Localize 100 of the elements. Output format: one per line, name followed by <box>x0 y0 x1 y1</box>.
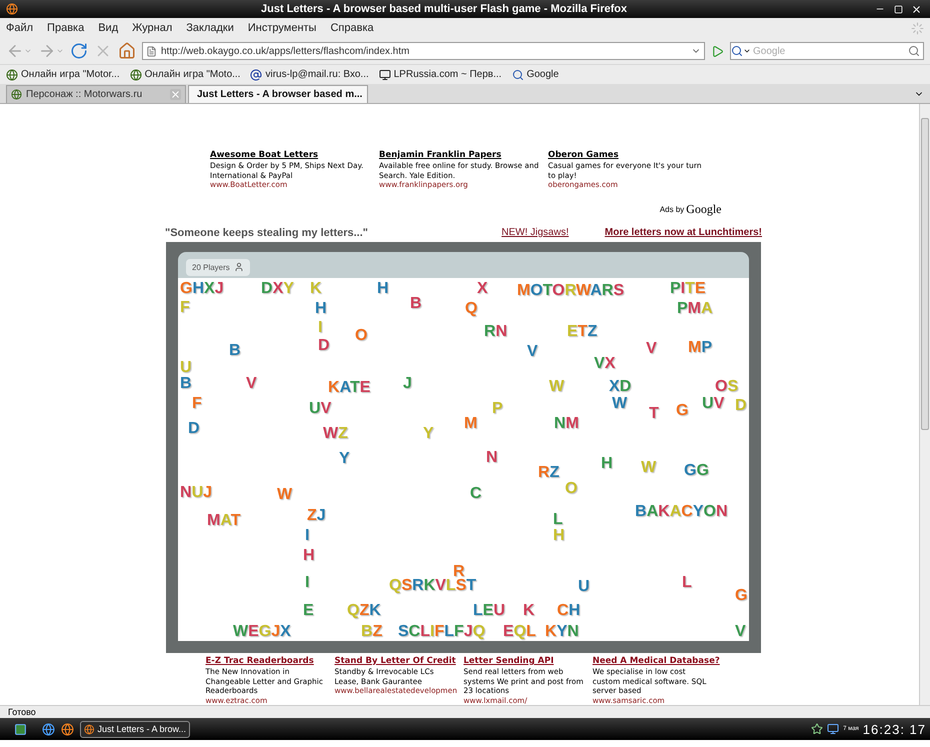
letter-tiles[interactable]: F <box>192 394 202 412</box>
letter-tiles[interactable]: GG <box>684 462 709 478</box>
letter-tiles[interactable]: M <box>464 414 478 432</box>
menu-item[interactable]: Инструменты <box>248 22 316 34</box>
page-link[interactable]: More letters now at Lunchtimers! <box>604 227 762 238</box>
letter-tiles[interactable]: Q <box>465 300 478 316</box>
letter-tiles[interactable]: N <box>486 448 498 466</box>
go-button[interactable] <box>711 44 724 58</box>
browser-tab[interactable]: Персонаж :: Motorwars.ru <box>6 85 186 103</box>
letter-tiles[interactable]: MP <box>688 338 712 356</box>
menu-item[interactable]: Справка <box>330 22 374 34</box>
letter-tiles[interactable]: BZ <box>361 622 382 640</box>
bookmark-item[interactable]: Онлайн игра "Moto... <box>130 68 240 80</box>
ad-title-link[interactable]: Awesome Boat Letters <box>210 150 373 161</box>
letter-tiles[interactable]: K <box>523 602 535 618</box>
letter-tiles[interactable]: NM <box>554 414 579 432</box>
address-field[interactable]: http://web.okaygo.co.uk/apps/letters/flashcom/index.htm <box>142 42 705 60</box>
bookmark-item[interactable]: Онлайн игра "Motor... <box>6 68 120 80</box>
letter-tiles[interactable]: MOTORWARS <box>517 282 624 298</box>
page-link[interactable]: NEW! Jigsaws! <box>502 227 569 238</box>
letter-tiles[interactable]: XD <box>609 378 632 394</box>
ad-title-link[interactable]: Stand By Letter Of Credit <box>334 656 458 667</box>
reload-button[interactable] <box>70 42 88 60</box>
players-tab[interactable]: 20 Players <box>186 258 250 276</box>
bookmark-item[interactable]: Google <box>512 68 559 80</box>
letter-tiles[interactable]: I <box>305 574 310 590</box>
search-bar[interactable]: Google <box>730 42 924 60</box>
browser-tab[interactable]: Just Letters - A browser based m... <box>188 85 368 103</box>
letter-tiles[interactable]: D <box>318 336 330 354</box>
letter-tiles[interactable]: H <box>377 280 389 296</box>
search-engine-icon[interactable] <box>731 45 743 57</box>
letter-tiles[interactable]: W <box>277 486 292 502</box>
browser-icon[interactable] <box>42 722 55 736</box>
browser-icon[interactable] <box>61 722 74 736</box>
letter-tiles[interactable]: B <box>410 294 422 312</box>
caret-icon[interactable] <box>743 47 751 55</box>
letter-tiles[interactable]: W <box>612 394 628 412</box>
letter-tiles[interactable]: WEGJX <box>233 622 291 640</box>
letter-tiles[interactable]: L <box>682 574 692 590</box>
letter-tiles[interactable]: CH <box>557 602 580 618</box>
bookmark-item[interactable]: virus-lp@mail.ru: Вхо... <box>250 68 369 80</box>
letter-tiles[interactable]: DXY <box>261 280 294 296</box>
search-icon[interactable] <box>908 45 920 57</box>
letter-tiles[interactable]: H <box>601 454 613 472</box>
letter-tiles[interactable]: E <box>303 602 314 618</box>
bookmark-item[interactable]: LPRussia.com ~ Перв... <box>378 68 502 80</box>
letter-tiles[interactable]: ZJ <box>307 506 326 524</box>
letter-tiles[interactable]: B <box>229 342 241 358</box>
letter-tiles[interactable]: ETZ <box>567 322 598 340</box>
letter-tiles[interactable]: V <box>246 374 257 392</box>
letter-tiles[interactable]: UV <box>702 394 724 412</box>
letter-tiles[interactable]: SCLIFLFJQ <box>398 622 486 640</box>
letter-tiles[interactable]: U <box>578 578 590 594</box>
letter-tiles[interactable]: KYN <box>545 622 579 640</box>
letter-tiles[interactable]: UV <box>309 400 332 416</box>
ad-title-link[interactable]: E-Z Trac Readerboards <box>206 656 328 667</box>
letter-tiles[interactable]: NUJ <box>180 484 212 500</box>
home-button[interactable] <box>118 42 136 60</box>
letter-tiles[interactable]: I <box>305 526 310 544</box>
letter-tiles[interactable]: QSRKVLST <box>389 576 476 594</box>
letter-tiles[interactable]: BAKACYON <box>635 502 728 520</box>
letter-tiles[interactable]: J <box>403 374 412 392</box>
letter-tiles[interactable]: B <box>180 374 192 392</box>
menu-item[interactable]: Вид <box>98 22 118 34</box>
star-icon[interactable] <box>811 723 824 735</box>
letter-tiles[interactable]: H <box>303 546 315 564</box>
ad-title-link[interactable]: Letter Sending API <box>464 656 586 667</box>
letter-tiles[interactable]: RZ <box>538 464 560 480</box>
letter-tiles[interactable]: V <box>527 342 538 360</box>
letter-tiles[interactable]: X <box>477 280 488 296</box>
letter-tiles[interactable]: QZK <box>347 602 381 618</box>
letter-tiles[interactable]: GHXJ <box>180 280 224 296</box>
letter-tiles[interactable]: OS <box>715 378 738 394</box>
letter-tiles[interactable]: EQL <box>503 622 536 640</box>
letter-tiles[interactable]: V <box>646 340 657 356</box>
letter-tiles[interactable]: Y <box>339 450 350 466</box>
menu-item[interactable]: Правка <box>47 22 84 34</box>
ad-title-link[interactable]: Benjamin Franklin Papers <box>379 150 542 161</box>
menu-item[interactable]: Закладки <box>186 22 234 34</box>
letter-tiles[interactable]: RN <box>484 322 508 340</box>
taskbar-button[interactable]: Just Letters - A brow... <box>80 720 190 738</box>
letter-tiles[interactable]: MAT <box>207 512 240 528</box>
menu-item[interactable]: Файл <box>6 22 34 34</box>
letter-tiles[interactable]: T <box>649 404 659 422</box>
scrollbar[interactable] <box>919 104 930 705</box>
menu-item[interactable]: Журнал <box>132 22 172 34</box>
ad-title-link[interactable]: Oberon Games <box>548 150 711 161</box>
letter-tiles[interactable]: R <box>453 562 465 580</box>
letter-tiles[interactable]: O <box>355 326 368 344</box>
letter-tiles[interactable]: WZ <box>323 424 348 442</box>
letter-tiles[interactable]: VX <box>594 354 616 372</box>
letter-tiles[interactable]: D <box>188 420 200 436</box>
letter-tiles[interactable]: KATE <box>328 378 370 396</box>
letter-tiles[interactable]: H <box>315 300 327 316</box>
letter-tiles[interactable]: L <box>553 510 563 528</box>
letter-tiles[interactable]: PITE <box>670 280 706 296</box>
letter-tiles[interactable]: V <box>735 622 746 640</box>
letter-tiles[interactable]: G <box>735 586 748 604</box>
monitor-icon[interactable] <box>827 723 840 735</box>
letter-tiles[interactable]: PMA <box>677 300 713 316</box>
